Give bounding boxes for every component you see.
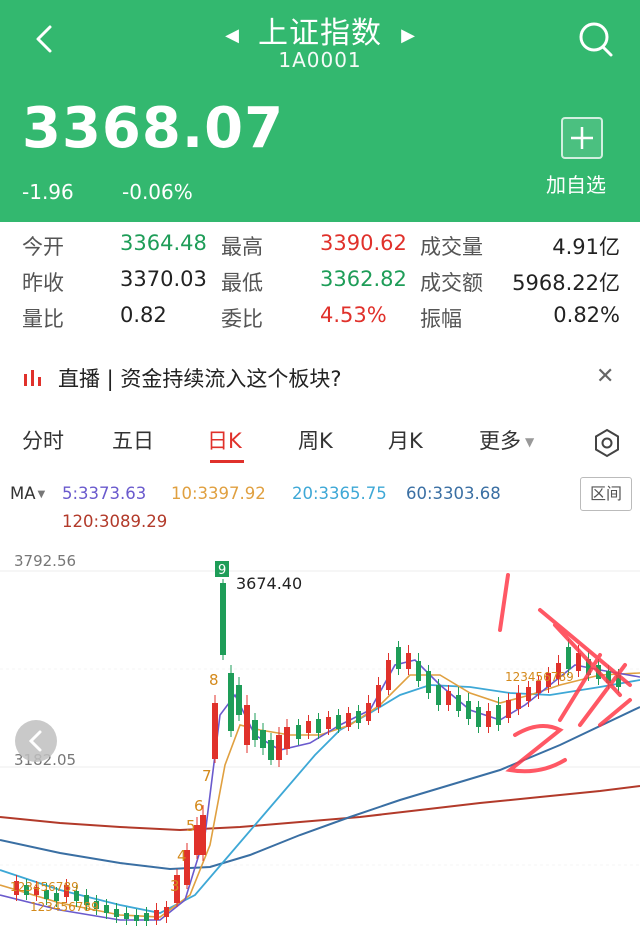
- chart-scroll-left-button[interactable]: [15, 720, 57, 762]
- ma60-value: 60:3303.68: [406, 484, 501, 503]
- prev-stock-icon[interactable]: ◀: [225, 25, 239, 46]
- low-value: 3362.82: [320, 267, 407, 291]
- search-icon[interactable]: [576, 20, 616, 60]
- ma-selector[interactable]: MA ▼: [10, 484, 45, 503]
- td-count-8: 8: [209, 671, 219, 689]
- ma120-line: [0, 785, 640, 832]
- stock-code: 1A0001: [278, 48, 362, 72]
- tab-more-label: 更多: [479, 429, 521, 453]
- next-stock-icon[interactable]: ▶: [401, 25, 415, 46]
- volume-ratio-label: 量比: [22, 307, 64, 331]
- volume-ratio-value: 0.82: [120, 303, 167, 327]
- amount-label: 成交额: [420, 271, 483, 295]
- open-value: 3364.48: [120, 231, 207, 255]
- low-label: 最低: [221, 271, 263, 295]
- tab-daily-k[interactable]: 日K: [207, 425, 242, 455]
- live-bars-icon: [24, 370, 41, 386]
- close-icon[interactable]: ✕: [596, 364, 614, 389]
- td-count-9: 9: [218, 563, 226, 578]
- chevron-down-icon: ▼: [525, 435, 535, 449]
- ma10-value: 10:3397.92: [171, 484, 266, 503]
- td-count-7: 7: [202, 767, 212, 785]
- open-label: 今开: [22, 235, 64, 259]
- ma-selector-label: MA: [10, 484, 36, 503]
- td-count-markers: 3 4 5 6 7 8: [170, 671, 219, 895]
- kline-chart[interactable]: 3792.56 3182.05 3 4 5 6 7 8 9 3674.40 12…: [0, 535, 640, 926]
- period-tabs: 分时 五日 日K 周K 月K 更多 ▼: [0, 425, 640, 465]
- ma5-line: [0, 659, 640, 921]
- td-count-6: 6: [194, 797, 204, 815]
- ma20-value: 20:3365.75: [292, 484, 387, 503]
- ma10-line: [0, 672, 640, 918]
- peak-price-label: 3674.40: [236, 574, 302, 593]
- stock-title: 上证指数: [258, 16, 382, 51]
- td-sequence-right: 123456789: [505, 670, 574, 684]
- tab-weekly-k[interactable]: 周K: [298, 425, 333, 455]
- tab-more[interactable]: 更多 ▼: [479, 425, 534, 455]
- stats-row-3: 量比 0.82 委比 4.53% 振幅 0.82%: [0, 303, 640, 339]
- prev-close-value: 3370.03: [120, 267, 207, 291]
- chevron-down-icon: ▼: [37, 489, 46, 500]
- active-tab-indicator: [210, 460, 244, 463]
- stats-row-2: 昨收 3370.03 最低 3362.82 成交额 5968.22亿: [0, 267, 640, 303]
- volume-value: 4.91亿: [552, 235, 620, 259]
- td-count-4: 4: [177, 847, 187, 865]
- amplitude-value: 0.82%: [553, 303, 620, 327]
- high-value: 3390.62: [320, 231, 407, 255]
- plus-icon: [571, 127, 593, 149]
- title-bar: ◀ 上证指数 ▶: [0, 8, 640, 52]
- tab-monthly-k[interactable]: 月K: [388, 425, 423, 455]
- td-sequence-left-2: 123456789: [30, 900, 99, 914]
- stats-row-1: 今开 3364.48 最高 3390.62 成交量 4.91亿: [0, 231, 640, 267]
- settings-hexagon-icon[interactable]: [592, 428, 622, 458]
- order-ratio-label: 委比: [221, 307, 263, 331]
- price-change-pct: -0.06%: [122, 180, 193, 204]
- order-ratio-value: 4.53%: [320, 303, 387, 327]
- tab-five-day[interactable]: 五日: [112, 425, 154, 455]
- live-banner-text: 直播 | 资金持续流入这个板块?: [58, 367, 342, 391]
- amount-value: 5968.22亿: [512, 271, 620, 295]
- td-count-5: 5: [186, 817, 196, 835]
- volume-label: 成交量: [420, 235, 483, 259]
- y-axis-top-label: 3792.56: [14, 552, 76, 570]
- range-button[interactable]: 区间: [580, 477, 632, 511]
- td-count-3: 3: [170, 877, 180, 895]
- amplitude-label: 振幅: [420, 307, 462, 331]
- ma5-value: 5:3373.63: [62, 484, 147, 503]
- price-change: -1.96: [22, 180, 74, 204]
- tab-intraday[interactable]: 分时: [22, 425, 64, 455]
- td-sequence-left-1: 123456789: [10, 880, 79, 894]
- prev-close-label: 昨收: [22, 271, 64, 295]
- high-label: 最高: [221, 235, 263, 259]
- add-watchlist-label[interactable]: 加自选: [546, 169, 606, 198]
- current-price: 3368.07: [22, 96, 285, 161]
- live-banner[interactable]: 直播 | 资金持续流入这个板块? ✕: [0, 360, 640, 398]
- candles-rally: [174, 579, 290, 907]
- ma120-value: 120:3089.29: [62, 512, 168, 531]
- add-watchlist-button[interactable]: [561, 117, 603, 159]
- quote-header: ◀ 上证指数 ▶ 1A0001 3368.07 -1.96 -0.06% 加自选: [0, 0, 640, 222]
